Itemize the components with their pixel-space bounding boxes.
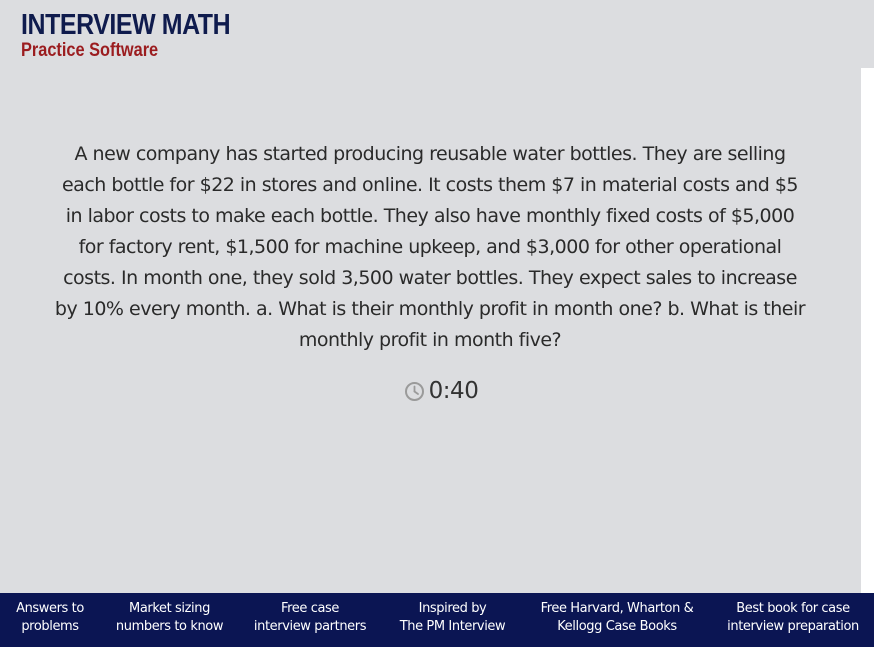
timer-value: 0:40: [428, 378, 479, 404]
footer-link-market-sizing[interactable]: Market sizing numbers to know: [112, 600, 227, 636]
footer-link-line: numbers to know: [115, 619, 224, 634]
footer-link-line: Market sizing: [129, 601, 210, 616]
footer-link-line: Inspired by: [418, 601, 487, 616]
footer-link-line: Free case: [280, 601, 339, 616]
footer-link-best-book[interactable]: Best book for case interview preparation: [722, 600, 864, 636]
footer-link-line: interview partners: [253, 619, 367, 634]
timer-display: 0:40: [404, 378, 479, 404]
footer-link-line: Free Harvard, Wharton &: [540, 601, 694, 616]
app-title: INTERVIEW MATH: [21, 9, 231, 41]
footer-link-pm-interview[interactable]: Inspired by The PM Interview: [393, 600, 512, 636]
footer-link-line: problems: [21, 619, 79, 634]
footer-link-interview-partners[interactable]: Free case interview partners: [250, 600, 370, 636]
content-panel-edge: [861, 68, 874, 593]
question-text: A new company has started producing reus…: [54, 143, 806, 351]
app-subtitle: Practice Software: [21, 40, 159, 61]
timer: 0:40: [0, 376, 874, 406]
page: INTERVIEW MATH Practice Software A new c…: [0, 0, 874, 647]
footer-link-line: interview preparation: [727, 619, 859, 634]
clock-icon: [404, 381, 425, 402]
footer-link-line: Answers to: [16, 601, 84, 616]
footer-link-line: Best book for case: [736, 601, 850, 616]
footer-link-line: Kellogg Case Books: [557, 619, 677, 634]
footer-link-case-books[interactable]: Free Harvard, Wharton & Kellogg Case Boo…: [532, 600, 702, 636]
logo[interactable]: INTERVIEW MATH Practice Software: [21, 10, 264, 61]
footer-link-answers[interactable]: Answers to problems: [8, 600, 92, 636]
footer-nav: Answers to problems Market sizing number…: [0, 593, 874, 647]
footer-link-line: The PM Interview: [399, 619, 506, 634]
